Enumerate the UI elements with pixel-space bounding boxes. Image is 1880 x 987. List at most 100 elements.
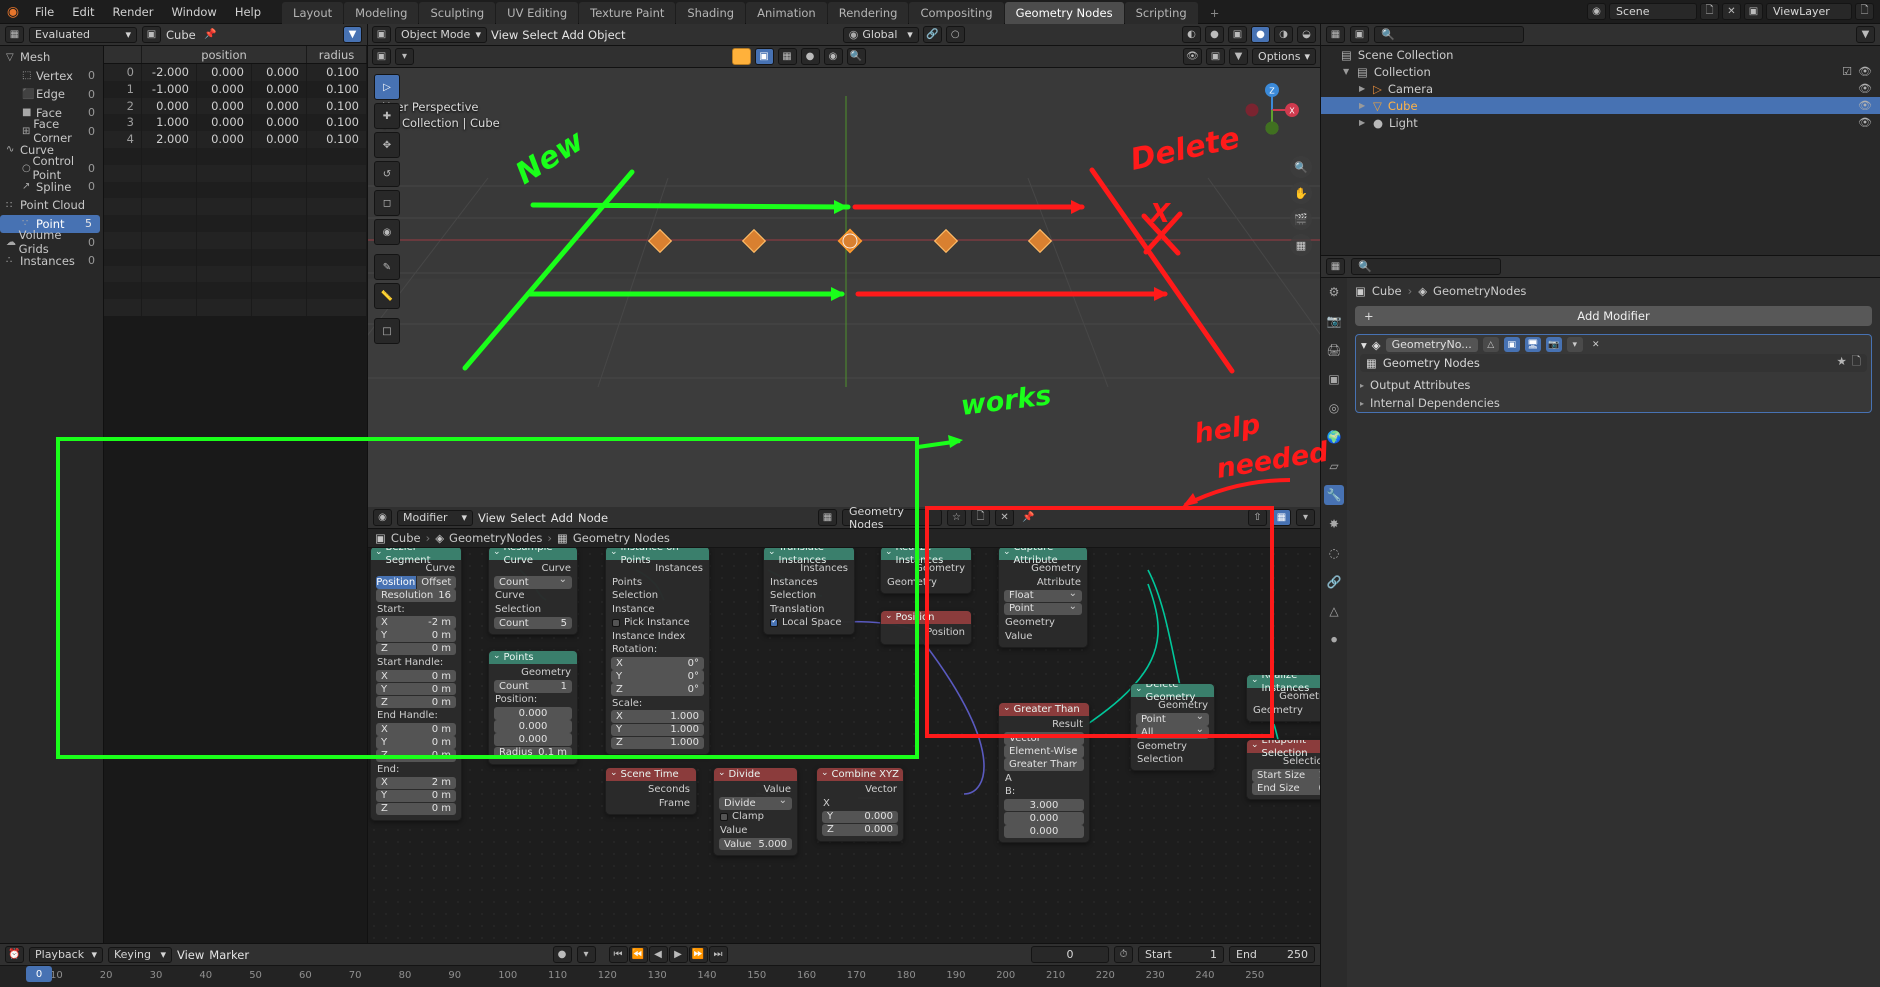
node-menu-select[interactable]: Select — [510, 507, 545, 529]
tool-move-icon[interactable]: ✥ — [374, 132, 400, 158]
playback-dropdown[interactable]: Playback ▾ — [29, 946, 103, 963]
outliner-item-collection[interactable]: ▼ ▤ Collection ☑ 👁 — [1321, 63, 1880, 80]
node-field-y[interactable]: Y 0° — [611, 670, 704, 683]
node-field-z[interactable]: Z 0.000 — [822, 823, 898, 837]
selectability-icon[interactable]: ▣ — [1206, 48, 1226, 65]
node-field-x[interactable]: X 0° — [611, 657, 704, 670]
tab-modifier[interactable]: 🔧 — [1324, 485, 1344, 505]
modifier-extras-icon[interactable]: ▾ — [1566, 337, 1583, 352]
node-collapse-icon[interactable]: ⌄ — [885, 611, 893, 623]
node-field-count[interactable]: Count 1 — [494, 680, 572, 693]
gizmo-dropdown-icon[interactable]: ▣ — [372, 48, 391, 65]
node-field-y[interactable]: Y 0 m — [376, 682, 456, 696]
add-modifier-button[interactable]: + Add Modifier — [1355, 306, 1872, 326]
tool-rotate-icon[interactable]: ↺ — [374, 161, 400, 187]
tool-measure-icon[interactable]: 📏 — [374, 283, 400, 309]
auto-keying-icon[interactable]: ● — [552, 946, 572, 963]
node-input-value[interactable]: Value — [714, 824, 797, 838]
render-icon[interactable]: ◉ — [823, 48, 843, 65]
spreadsheet-domain-vertex[interactable]: ⬚ Vertex 0 — [0, 67, 103, 86]
node-input-position-[interactable]: Position: — [489, 693, 577, 707]
tab-material[interactable]: ⚫ — [1324, 630, 1344, 650]
node-options-icon[interactable]: ▾ — [1296, 509, 1315, 526]
node-realize-instances-1[interactable]: ⌄Realize InstancesGeometryGeometry — [880, 548, 972, 594]
node-field-z[interactable]: Z 1.000 — [611, 736, 704, 750]
blender-logo-icon[interactable]: ◉ — [0, 5, 26, 19]
node-output-geometry[interactable]: Geometry — [881, 562, 971, 576]
node-graph-canvas[interactable]: ⌄Bezier SegmentCurvePositionOffsetResolu… — [368, 548, 1320, 987]
table-row[interactable] — [104, 231, 367, 249]
checkbox-icon[interactable] — [770, 617, 778, 627]
node-input-selection[interactable]: Selection — [489, 603, 577, 617]
camera-view-icon[interactable]: 🎬 — [1290, 208, 1312, 230]
tab-tool[interactable]: ⚙ — [1324, 282, 1344, 302]
node-collapse-icon[interactable]: ⌄ — [1135, 684, 1143, 695]
disclosure-triangle-icon[interactable]: ▶ — [1359, 118, 1373, 127]
disclosure-triangle-icon[interactable]: ▼ — [1343, 67, 1357, 76]
node-output-geometry[interactable]: Geometry — [489, 666, 577, 680]
node-field-value[interactable]: Value 5.000 — [719, 837, 792, 851]
shading-solid-icon[interactable]: ● — [1251, 26, 1271, 43]
overlays-icon[interactable]: ● — [1205, 26, 1225, 43]
tool-addcube-icon[interactable]: □ — [374, 318, 400, 344]
menu-render[interactable]: Render — [104, 0, 163, 24]
timeline-menu-marker[interactable]: Marker — [209, 944, 249, 966]
node-field-y[interactable]: Y 1.000 — [611, 723, 704, 737]
node-input-geometry[interactable]: Geometry — [881, 576, 971, 590]
viewlayer-new-icon[interactable]: 🗋 — [1855, 3, 1874, 20]
node-checkbox-pick-instance[interactable]: Pick Instance — [606, 616, 709, 630]
workspace-tab-scripting[interactable]: Scripting — [1124, 1, 1198, 24]
viewport-shading-icon[interactable]: ◐ — [1182, 26, 1202, 43]
node-input-instance[interactable]: Instance — [606, 603, 709, 617]
node-header[interactable]: ⌄ Divide — [714, 768, 797, 781]
shading-rendered-icon[interactable]: ◒ — [1297, 26, 1317, 43]
visibility-icon[interactable]: 👁 — [1183, 48, 1203, 65]
node-input-end-handle-[interactable]: End Handle: — [371, 709, 461, 723]
disclosure-triangle-icon[interactable]: ▶ — [1359, 84, 1373, 93]
table-row[interactable] — [104, 181, 367, 199]
node-output-frame[interactable]: Frame — [606, 797, 696, 811]
viewport-editor-type-icon[interactable]: ▣ — [372, 26, 391, 43]
node-dropdown[interactable]: Point — [1004, 601, 1082, 616]
viewport-menu-view[interactable]: View — [491, 24, 518, 46]
xray-icon[interactable]: ▣ — [1228, 26, 1248, 43]
node-overlay-icon[interactable]: ⇧ — [1248, 509, 1267, 526]
workspace-tab-sculpting[interactable]: Sculpting — [419, 1, 496, 24]
node-field-z[interactable]: Z 0 m — [376, 802, 456, 816]
node-input-scale-[interactable]: Scale: — [606, 696, 709, 710]
workspace-tab-shading[interactable]: Shading — [676, 1, 746, 24]
node-input-b-[interactable]: B: — [999, 785, 1089, 799]
visibility-eye-icon[interactable]: 👁 — [1858, 99, 1880, 112]
node-tree-field[interactable]: Geometry Nodes — [842, 505, 943, 531]
node-collapse-icon[interactable]: ⌄ — [1003, 548, 1011, 559]
node-field-radius[interactable]: Radius 0.1 m — [494, 746, 572, 760]
node-field-count[interactable]: Count 5 — [494, 616, 572, 630]
node-header[interactable]: ⌄Capture Attribute — [999, 548, 1087, 566]
tab-particles[interactable]: ✸ — [1324, 514, 1344, 534]
visibility-eye-icon[interactable]: 👁 — [1858, 82, 1880, 95]
current-frame-field[interactable]: 0 — [1031, 946, 1109, 963]
workspace-tab-modeling[interactable]: Modeling — [344, 1, 419, 24]
accordion-internal-dependencies[interactable]: ▸ Internal Dependencies — [1356, 394, 1871, 412]
tab-data[interactable]: △ — [1324, 601, 1344, 621]
tab-physics[interactable]: ◌ — [1324, 543, 1344, 563]
properties-modifier-name[interactable]: GeometryNodes — [1433, 284, 1526, 298]
node-header[interactable]: ⌄ Endpoint Selection — [1247, 740, 1320, 759]
modifier-realtime-icon[interactable]: ▣ — [1503, 337, 1520, 352]
viewport-options-dropdown[interactable]: Options ▾ — [1252, 48, 1317, 65]
node-group-browse-icon[interactable]: ▦ — [1366, 356, 1377, 370]
node-collapse-icon[interactable]: ⌄ — [1251, 740, 1259, 751]
menu-help[interactable]: Help — [226, 0, 270, 24]
outliner-item-light[interactable]: ▶ ● Light 👁 — [1321, 114, 1880, 131]
breadcrumb-tree[interactable]: Geometry Nodes — [573, 531, 670, 545]
node-resample-curve[interactable]: ⌄Resample CurveCurveCountCurveSelectionC… — [488, 548, 578, 635]
spreadsheet-domain-mesh[interactable]: ▽ Mesh — [0, 48, 103, 67]
node-header[interactable]: ⌄ Scene Time — [606, 768, 696, 781]
properties-object-name[interactable]: Cube — [1372, 284, 1402, 298]
outliner-item-cube[interactable]: ▶ ▽ Cube 👁 — [1321, 97, 1880, 114]
node-dropdown[interactable]: Count — [494, 574, 572, 589]
node-menu-view[interactable]: View — [478, 507, 505, 529]
segment-offset[interactable]: Offset — [416, 576, 456, 589]
next-keyframe-icon[interactable]: ⏩ — [688, 946, 708, 963]
node-tree-copy-icon[interactable]: 🗋 — [971, 509, 991, 526]
